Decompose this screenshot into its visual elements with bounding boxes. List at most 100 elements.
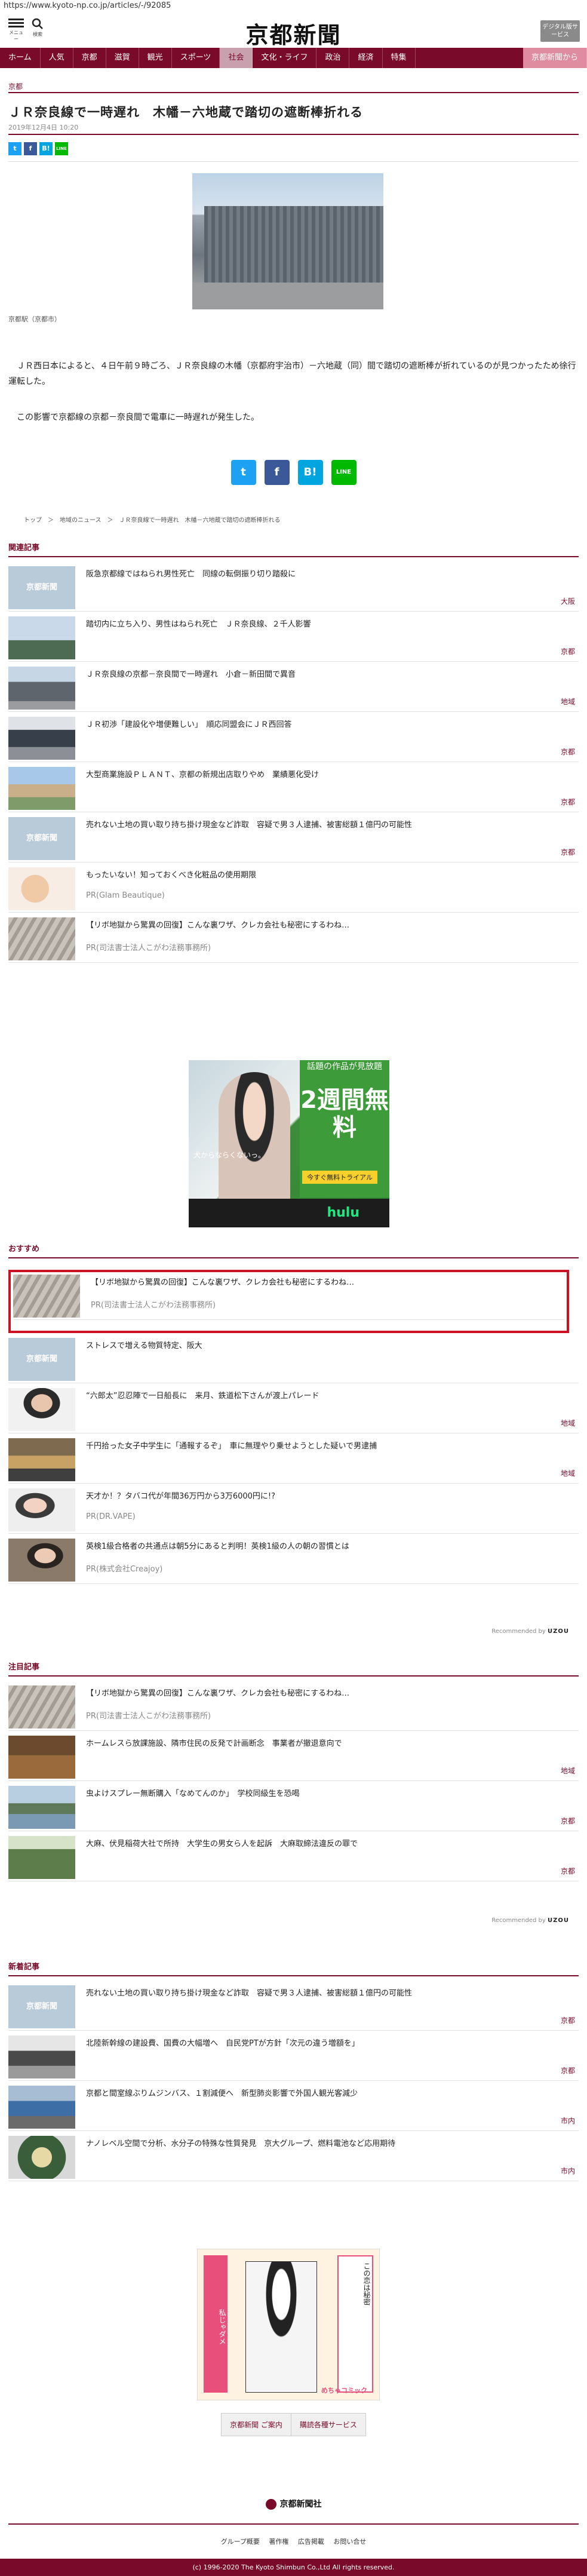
recommend-item[interactable]: “六郎太”忍忍陣で一日船長に 来月、鉄道松下さんが渡上パレード 地域 — [8, 1386, 579, 1433]
facebook-share-button[interactable]: f — [24, 142, 37, 155]
recommend-pr-item[interactable]: 英検1級合格者の共通点は朝5分にあると判明！英検1級の人の朝の習慣とは PR(株… — [8, 1536, 579, 1584]
nav-politics[interactable]: 政治 — [316, 48, 350, 68]
guide-button[interactable]: 京都新聞 ご案内 — [222, 2414, 291, 2436]
nav-popular[interactable]: 人気 — [41, 48, 73, 68]
pr-sponsor[interactable]: PR(Glam Beautique) — [86, 891, 165, 900]
ad-trial-button[interactable]: 今すぐ無料トライアル — [302, 1171, 377, 1184]
comic-ad-banner[interactable]: 私じゃダメ この恋は秘密 めちゃコミック — [197, 2249, 380, 2400]
recommend-item-tag[interactable]: 地域 — [561, 1418, 575, 1428]
recommend-item-tag[interactable]: 地域 — [561, 1468, 575, 1478]
latest-item[interactable]: 京都と間室線ぶりムジンバス、１割減便へ 新型肺炎影響で外国人観光客減少 市内 — [8, 2083, 579, 2131]
attention-item-tag[interactable]: 京都 — [561, 1816, 575, 1826]
latest-item-tag[interactable]: 京都 — [561, 2065, 575, 2075]
related-item-title[interactable]: 大型商業施設ＰＬＡＮＴ、京都の新規出店取りやめ 業績悪化受け — [86, 769, 573, 781]
related-item-tag[interactable]: 京都 — [561, 747, 575, 757]
nav-shiga[interactable]: 滋賀 — [106, 48, 139, 68]
attention-pr-item[interactable]: 【リボ地獄から驚異の回復】こんな裏ワザ、クレカ会社も秘密にするわね… PR(司法… — [8, 1683, 579, 1731]
nav-culture[interactable]: 文化・ライフ — [253, 48, 317, 68]
related-item-tag[interactable]: 京都 — [561, 646, 575, 656]
latest-item-title[interactable]: ナノレベル空間で分析、水分子の特殊な性質発見 京大グループ、燃料電池など応用期待 — [86, 2138, 573, 2150]
nav-economy[interactable]: 経済 — [349, 48, 383, 68]
twitter-share-button[interactable]: t — [8, 142, 21, 155]
digital-service-button[interactable]: デジタル版サービス — [540, 20, 580, 42]
attention-item-title[interactable]: 虫よけスプレー無断購入「なめてんのか」 学校同級生を恐喝 — [86, 1788, 573, 1800]
breadcrumb[interactable]: トップ ＞ 地域のニュース ＞ ＪＲ奈良線で一時遅れ 木幡－六地蔵で踏切の遮断棒… — [24, 515, 281, 524]
related-item[interactable]: 踏切内に立ち入り、男性はねられ死亡 ＪＲ奈良線、２千人影響 京都 — [8, 614, 579, 662]
related-item-title[interactable]: 踏切内に立ち入り、男性はねられ死亡 ＪＲ奈良線、２千人影響 — [86, 619, 573, 631]
latest-item-tag[interactable]: 市内 — [561, 2166, 575, 2176]
url-bar[interactable]: https://www.kyoto-np.co.jp/articles/-/92… — [0, 0, 587, 13]
site-logo[interactable]: 京都新聞 — [0, 17, 587, 50]
nav-society[interactable]: 社会 — [220, 48, 253, 68]
hatena-share-button-large[interactable]: B! — [297, 460, 323, 485]
attention-item[interactable]: ホームレスら放課施設、隣市住民の反発で計画断念 事業者が撤退意向で 地域 — [8, 1733, 579, 1781]
line-share-button-large[interactable]: LINE — [331, 460, 356, 485]
related-pr-item[interactable]: もったいない！知っておくべき化粧品の使用期限 PR(Glam Beautique… — [8, 865, 579, 913]
footer-logo[interactable]: 京都新聞社 — [0, 2498, 587, 2510]
related-item[interactable]: ＪＲ初渉「建設化や増便難しい」 順応同盟会にＪＲ西回答 京都 — [8, 714, 579, 762]
pr-sponsor[interactable]: PR(株式会社Creajoy) — [86, 1562, 162, 1574]
related-item-title[interactable]: ＪＲ奈良線の京都－奈良間で一時遅れ 小倉－新田間で異音 — [86, 669, 573, 681]
footer-link-group[interactable]: グループ概要 — [221, 2538, 260, 2546]
related-item-tag[interactable]: 地域 — [561, 696, 575, 707]
footer-link-copyright[interactable]: 著作権 — [269, 2538, 288, 2546]
footer-link-advertising[interactable]: 広告掲載 — [298, 2538, 324, 2546]
attention-item[interactable]: 虫よけスプレー無断購入「なめてんのか」 学校同級生を恐喝 京都 — [8, 1783, 579, 1831]
pr-sponsor[interactable]: PR(司法書士法人こがわ法務事務所) — [86, 941, 211, 953]
nav-kyoto[interactable]: 京都 — [73, 48, 106, 68]
related-item-title[interactable]: 【リボ地獄から驚異の回復】こんな裏ワザ、クレカ会社も秘密にするわね… — [86, 920, 573, 932]
hulu-ad-banner[interactable]: 話題の作品が見放題 2週間無料 今すぐ無料トライアル 犬からならくないっ。 hu… — [189, 1060, 389, 1227]
related-item[interactable]: ＪＲ奈良線の京都－奈良間で一時遅れ 小倉－新田間で異音 地域 — [8, 664, 579, 712]
recommend-item-title[interactable]: ストレスで増える物質特定、阪大 — [86, 1340, 573, 1352]
latest-item-title[interactable]: 売れない土地の買い取り持ち掛け現金など詐取 容疑で男３人逮捕、被害総額１億円の可… — [86, 1988, 573, 2000]
pr-sponsor[interactable]: PR(司法書士法人こがわ法務事務所) — [86, 1709, 211, 1721]
pr-sponsor[interactable]: PR(司法書士法人こがわ法務事務所) — [91, 1298, 216, 1310]
attention-item[interactable]: 大麻、伏見稲荷大社で所持 大学生の男女ら人を起訴 大麻取締法違反の罪で 京都 — [8, 1834, 579, 1881]
recommend-pr-item[interactable]: 【リボ地獄から驚異の回復】こんな裏ワザ、クレカ会社も秘密にするわね… PR(司法… — [13, 1272, 564, 1320]
nav-feature[interactable]: 特集 — [383, 48, 416, 68]
attention-item-title[interactable]: ホームレスら放課施設、隣市住民の反発で計画断念 事業者が撤退意向で — [86, 1738, 573, 1750]
facebook-share-button-large[interactable]: f — [264, 460, 290, 485]
hatena-share-button[interactable]: B! — [39, 142, 53, 155]
line-share-button[interactable]: LINE — [55, 142, 68, 155]
recommend-item-title[interactable]: “六郎太”忍忍陣で一日船長に 来月、鉄道松下さんが渡上パレード — [86, 1390, 573, 1402]
related-item[interactable]: 京都新聞 売れない土地の買い取り持ち掛け現金など詐取 容疑で男３人逮捕、被害総額… — [8, 815, 579, 862]
article-photo[interactable] — [192, 173, 383, 309]
related-item-tag[interactable]: 大阪 — [561, 596, 575, 606]
nav-tourism[interactable]: 観光 — [139, 48, 172, 68]
recommend-item[interactable]: 千円拾った女子中学生に「通報するぞ」 車に無理やり乗せようとした疑いで男逮捕 地… — [8, 1436, 579, 1484]
recommend-item-title[interactable]: 天才か！？タバコ代が年間36万円から3万6000円に!? — [86, 1491, 573, 1503]
latest-item-tag[interactable]: 市内 — [561, 2116, 575, 2126]
recommend-item[interactable]: 京都新聞 ストレスで増える物質特定、阪大 — [8, 1335, 579, 1383]
recommend-item-title[interactable]: 英検1級合格者の共通点は朝5分にあると判明！英検1級の人の朝の習慣とは — [86, 1541, 573, 1553]
recommend-credit[interactable]: Recommended by UZOU — [491, 1628, 569, 1635]
related-item[interactable]: 京都新聞 阪急京都線ではねられ男性死亡 同線の転倒振り切り踏殺に 大阪 — [8, 564, 579, 612]
related-item-title[interactable]: ＪＲ初渉「建設化や増便難しい」 順応同盟会にＪＲ西回答 — [86, 719, 573, 731]
article-section-label[interactable]: 京都 — [8, 81, 23, 91]
pr-sponsor[interactable]: PR(DR.VAPE) — [86, 1512, 136, 1521]
related-item-title[interactable]: 売れない土地の買い取り持ち掛け現金など詐取 容疑で男３人逮捕、被害総額１億円の可… — [86, 819, 573, 831]
attention-item-title[interactable]: 大麻、伏見稲荷大社で所持 大学生の男女ら人を起訴 大麻取締法違反の罪で — [86, 1838, 573, 1850]
nav-sports[interactable]: スポーツ — [172, 48, 220, 68]
related-item[interactable]: 大型商業施設ＰＬＡＮＴ、京都の新規出店取りやめ 業績悪化受け 京都 — [8, 764, 579, 812]
related-item-title[interactable]: もったいない！知っておくべき化粧品の使用期限 — [86, 870, 573, 882]
attention-item-title[interactable]: 【リボ地獄から驚異の回復】こんな裏ワザ、クレカ会社も秘密にするわね… — [86, 1688, 573, 1700]
latest-item[interactable]: 北陸新幹線の建設費、国費の大幅増へ 自民党PTが方針「次元の違う増額を」 京都 — [8, 2033, 579, 2081]
related-item-tag[interactable]: 京都 — [561, 847, 575, 857]
related-item-tag[interactable]: 京都 — [561, 797, 575, 807]
nav-from-kyoto-np[interactable]: 京都新聞から — [523, 48, 587, 68]
latest-item-tag[interactable]: 京都 — [561, 2015, 575, 2025]
related-item-title[interactable]: 阪急京都線ではねられ男性死亡 同線の転倒振り切り踏殺に — [86, 569, 573, 581]
footer-link-contact[interactable]: お問い合せ — [333, 2538, 366, 2546]
nav-home[interactable]: ホーム — [0, 48, 41, 68]
attention-credit[interactable]: Recommended by UZOU — [491, 1917, 569, 1924]
subscription-button[interactable]: 購読各種サービス — [290, 2414, 365, 2436]
recommend-item-title[interactable]: 千円拾った女子中学生に「通報するぞ」 車に無理やり乗せようとした疑いで男逮捕 — [86, 1441, 573, 1453]
latest-item[interactable]: ナノレベル空間で分析、水分子の特殊な性質発見 京大グループ、燃料電池など応用期待… — [8, 2133, 579, 2181]
latest-item-title[interactable]: 北陸新幹線の建設費、国費の大幅増へ 自民党PTが方針「次元の違う増額を」 — [86, 2038, 573, 2050]
attention-item-tag[interactable]: 京都 — [561, 1866, 575, 1876]
recommend-item-title[interactable]: 【リボ地獄から驚異の回復】こんな裏ワザ、クレカ会社も秘密にするわね… — [91, 1277, 558, 1289]
related-pr-item[interactable]: 【リボ地獄から驚異の回復】こんな裏ワザ、クレカ会社も秘密にするわね… PR(司法… — [8, 915, 579, 963]
twitter-share-button-large[interactable]: t — [231, 460, 256, 485]
latest-item-title[interactable]: 京都と間室線ぶりムジンバス、１割減便へ 新型肺炎影響で外国人観光客減少 — [86, 2088, 573, 2100]
